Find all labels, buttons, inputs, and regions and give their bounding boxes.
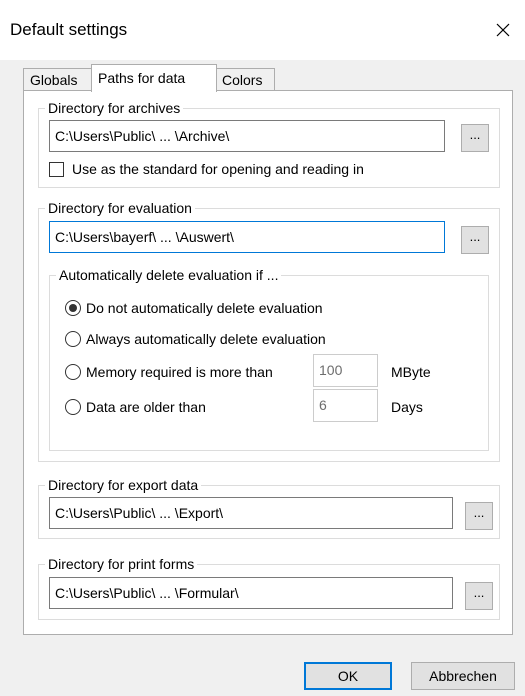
data-age-input[interactable]: 6 — [313, 389, 378, 422]
close-icon[interactable] — [481, 10, 525, 50]
archives-path-input[interactable]: C:\Users\Public\ ... \Archive\ — [49, 120, 445, 152]
radio-data-age[interactable] — [65, 399, 81, 415]
tab-panel: Directory for archives C:\Users\Public\ … — [23, 90, 513, 635]
tab-globals[interactable]: Globals — [23, 68, 93, 90]
print-forms-path-input[interactable]: C:\Users\Public\ ... \Formular\ — [49, 577, 453, 609]
evaluation-path-input[interactable]: C:\Users\bayerf\ ... \Auswert\ — [49, 221, 445, 253]
data-age-unit-label: Days — [391, 399, 423, 415]
export-legend: Directory for export data — [45, 476, 202, 494]
radio-memory-limit[interactable] — [65, 364, 81, 380]
evaluation-browse-button[interactable]: ... — [461, 226, 489, 254]
radio-data-age-label: Data are older than — [86, 399, 206, 415]
print-forms-group: Directory for print forms C:\Users\Publi… — [38, 555, 500, 620]
export-group: Directory for export data C:\Users\Publi… — [38, 476, 500, 539]
tab-paths-for-data[interactable]: Paths for data — [91, 64, 217, 92]
export-browse-button[interactable]: ... — [465, 502, 493, 530]
radio-do-not-delete-label: Do not automatically delete evaluation — [86, 300, 323, 316]
memory-limit-input[interactable]: 100 — [313, 354, 378, 387]
ok-button[interactable]: OK — [304, 662, 392, 690]
radio-memory-limit-label: Memory required is more than — [86, 364, 273, 380]
title-bar: Default settings — [0, 0, 525, 60]
radio-always-delete-label: Always automatically delete evaluation — [86, 331, 326, 347]
archives-legend: Directory for archives — [45, 99, 184, 117]
archives-group: Directory for archives C:\Users\Public\ … — [38, 99, 500, 188]
print-forms-legend: Directory for print forms — [45, 555, 198, 573]
window-title: Default settings — [10, 20, 128, 39]
auto-delete-legend: Automatically delete evaluation if ... — [56, 266, 282, 284]
memory-unit-label: MByte — [391, 364, 431, 380]
radio-always-delete[interactable] — [65, 331, 81, 347]
radio-do-not-delete[interactable] — [65, 300, 81, 316]
archives-browse-button[interactable]: ... — [461, 124, 489, 152]
cancel-button[interactable]: Abbrechen — [411, 662, 515, 690]
auto-delete-group: Automatically delete evaluation if ... D… — [49, 266, 489, 451]
standard-checkbox-label: Use as the standard for opening and read… — [72, 161, 364, 177]
evaluation-group: Directory for evaluation C:\Users\bayerf… — [38, 199, 500, 462]
standard-checkbox[interactable] — [49, 162, 64, 177]
tab-colors[interactable]: Colors — [215, 68, 275, 90]
evaluation-legend: Directory for evaluation — [45, 199, 195, 217]
print-forms-browse-button[interactable]: ... — [465, 582, 493, 610]
export-path-input[interactable]: C:\Users\Public\ ... \Export\ — [49, 497, 453, 529]
